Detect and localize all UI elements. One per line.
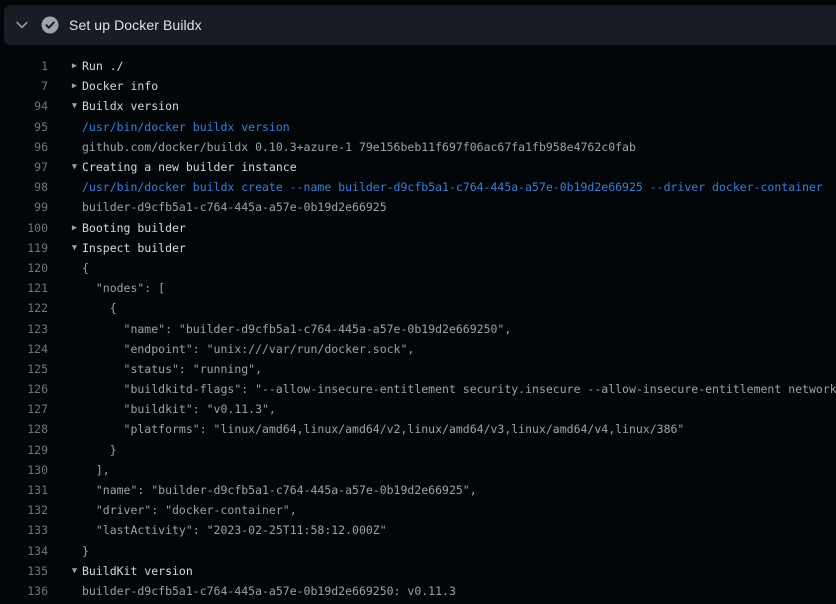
output-text: "nodes": [	[82, 281, 165, 295]
log-group-row[interactable]: 119▼Inspect builder	[0, 238, 836, 258]
output-text: "platforms": "linux/amd64,linux/amd64/v2…	[82, 422, 684, 436]
chevron-down-icon[interactable]	[13, 17, 30, 34]
line-number[interactable]: 135	[0, 564, 48, 578]
log-row: 132 "driver": "docker-container",	[0, 500, 836, 520]
line-number[interactable]: 129	[0, 443, 48, 457]
output-text: "status": "running",	[82, 362, 262, 376]
log-group-row[interactable]: 7▶Docker info	[0, 76, 836, 96]
log-row: 122 {	[0, 298, 836, 318]
output-text: "name": "builder-d9cfb5a1-c764-445a-a57e…	[82, 322, 511, 336]
line-number[interactable]: 99	[0, 200, 48, 214]
line-number[interactable]: 1	[0, 59, 48, 73]
line-number[interactable]: 136	[0, 584, 48, 598]
output-text: }	[82, 544, 89, 558]
output-text: {	[82, 301, 117, 315]
line-number[interactable]: 130	[0, 463, 48, 477]
group-title-text: Booting builder	[82, 221, 186, 235]
log-row: 128 "platforms": "linux/amd64,linux/amd6…	[0, 419, 836, 439]
log-group-row[interactable]: 1▶Run ./	[0, 56, 836, 76]
line-number[interactable]: 134	[0, 544, 48, 558]
group-title-text: Creating a new builder instance	[82, 160, 297, 174]
output-text: builder-d9cfb5a1-c764-445a-a57e-0b19d2e6…	[82, 584, 456, 598]
line-number[interactable]: 127	[0, 402, 48, 416]
output-text: ],	[82, 463, 110, 477]
line-number[interactable]: 125	[0, 362, 48, 376]
line-number[interactable]: 131	[0, 483, 48, 497]
line-number[interactable]: 132	[0, 503, 48, 517]
group-expanded-triangle-icon: ▼	[48, 243, 82, 253]
group-title-text: BuildKit version	[82, 564, 193, 578]
line-number[interactable]: 100	[0, 221, 48, 235]
log-row: 133 "lastActivity": "2023-02-25T11:58:12…	[0, 520, 836, 540]
log-row: 129 }	[0, 440, 836, 460]
log-row: 120 {	[0, 258, 836, 278]
log-row: 136 builder-d9cfb5a1-c764-445a-a57e-0b19d…	[0, 581, 836, 601]
line-number[interactable]: 7	[0, 79, 48, 93]
output-text: github.com/docker/buildx 0.10.3+azure-1 …	[82, 140, 636, 154]
line-number[interactable]: 96	[0, 140, 48, 154]
group-title-text: Buildx version	[82, 99, 179, 113]
line-number[interactable]: 120	[0, 261, 48, 275]
group-expanded-triangle-icon: ▼	[48, 162, 82, 172]
log-pane: 1▶Run ./7▶Docker info94▼Buildx version95…	[0, 45, 836, 601]
command-text: /usr/bin/docker buildx create --name bui…	[82, 180, 823, 194]
output-text: }	[82, 443, 117, 457]
log-row: 95/usr/bin/docker buildx version	[0, 117, 836, 137]
output-text: "buildkit": "v0.11.3",	[82, 402, 276, 416]
log-row: 124 "endpoint": "unix:///var/run/docker.…	[0, 339, 836, 359]
group-title-text: Inspect builder	[82, 241, 186, 255]
step-title: Set up Docker Buildx	[69, 17, 202, 33]
log-row: 99 builder-d9cfb5a1-c764-445a-a57e-0b19d2…	[0, 197, 836, 217]
line-number[interactable]: 122	[0, 301, 48, 315]
log-row: 131 "name": "builder-d9cfb5a1-c764-445a-…	[0, 480, 836, 500]
log-row: 125 "status": "running",	[0, 359, 836, 379]
output-text: "driver": "docker-container",	[82, 503, 297, 517]
log-group-row[interactable]: 94▼Buildx version	[0, 96, 836, 116]
group-title-text: Docker info	[82, 79, 158, 93]
log-row: 121 "nodes": [	[0, 278, 836, 298]
line-number[interactable]: 124	[0, 342, 48, 356]
group-collapsed-triangle-icon: ▶	[48, 61, 82, 71]
group-collapsed-triangle-icon: ▶	[48, 223, 82, 233]
group-title-text: Run ./	[82, 59, 124, 73]
step-header[interactable]: Set up Docker Buildx	[4, 5, 836, 45]
line-number[interactable]: 128	[0, 422, 48, 436]
log-row: 98/usr/bin/docker buildx create --name b…	[0, 177, 836, 197]
log-group-row[interactable]: 97▼Creating a new builder instance	[0, 157, 836, 177]
output-text: {	[82, 261, 89, 275]
log-row: 126 "buildkitd-flags": "--allow-insecure…	[0, 379, 836, 399]
line-number[interactable]: 98	[0, 180, 48, 194]
command-text: /usr/bin/docker buildx version	[82, 120, 290, 134]
log-group-row[interactable]: 100▶Booting builder	[0, 218, 836, 238]
log-row: 127 "buildkit": "v0.11.3",	[0, 399, 836, 419]
success-check-circle-icon	[41, 16, 59, 34]
log-row: 96 github.com/docker/buildx 0.10.3+azure-…	[0, 137, 836, 157]
group-expanded-triangle-icon: ▼	[48, 566, 82, 576]
log-row: 134}	[0, 541, 836, 561]
log-group-row[interactable]: 135▼BuildKit version	[0, 561, 836, 581]
line-number[interactable]: 123	[0, 322, 48, 336]
line-number[interactable]: 119	[0, 241, 48, 255]
output-text: "name": "builder-d9cfb5a1-c764-445a-a57e…	[82, 483, 477, 497]
line-number[interactable]: 133	[0, 523, 48, 537]
line-number[interactable]: 97	[0, 160, 48, 174]
log-row: 130 ],	[0, 460, 836, 480]
line-number[interactable]: 121	[0, 281, 48, 295]
output-text: builder-d9cfb5a1-c764-445a-a57e-0b19d2e6…	[82, 200, 387, 214]
log-row: 123 "name": "builder-d9cfb5a1-c764-445a-…	[0, 318, 836, 338]
output-text: "lastActivity": "2023-02-25T11:58:12.000…	[82, 523, 387, 537]
output-text: "buildkitd-flags": "--allow-insecure-ent…	[82, 382, 836, 396]
group-expanded-triangle-icon: ▼	[48, 101, 82, 111]
output-text: "endpoint": "unix:///var/run/docker.sock…	[82, 342, 414, 356]
log-lines: 1▶Run ./7▶Docker info94▼Buildx version95…	[0, 56, 836, 601]
group-collapsed-triangle-icon: ▶	[48, 81, 82, 91]
line-number[interactable]: 95	[0, 120, 48, 134]
line-number[interactable]: 94	[0, 99, 48, 113]
line-number[interactable]: 126	[0, 382, 48, 396]
